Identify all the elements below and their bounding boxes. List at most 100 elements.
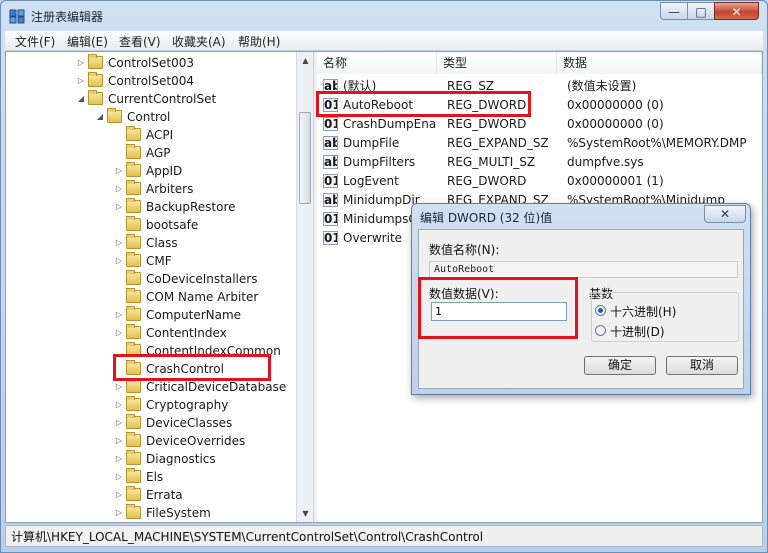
tree-item[interactable]: ▷ Arbiters: [6, 180, 296, 198]
tree-item[interactable]: ▷ Cryptography: [6, 396, 296, 414]
tree-item[interactable]: ▷ Class: [6, 234, 296, 252]
tree-item[interactable]: ▷ ComputerName: [6, 306, 296, 324]
tree-item-label: Diagnostics: [146, 452, 216, 466]
expand-arrow-icon[interactable]: ▷: [114, 306, 124, 324]
expand-arrow-icon[interactable]: ▷: [114, 198, 124, 216]
value-type: REG_DWORD: [447, 174, 527, 188]
string-value-icon: ab: [323, 79, 338, 93]
tree-item-label: ComputerName: [146, 308, 242, 322]
tree-item[interactable]: ◢ Control: [6, 108, 296, 126]
expand-arrow-icon: [114, 288, 124, 306]
key-tree[interactable]: ▷ ControlSet003 ▷ ControlSet004 ◢ CurrentCont…: [6, 52, 296, 522]
cancel-button[interactable]: 取消: [666, 356, 738, 375]
column-data[interactable]: 数据: [557, 52, 762, 74]
column-name[interactable]: 名称: [317, 52, 437, 74]
value-name-label: 数值名称(N):: [429, 243, 500, 257]
hex-label[interactable]: 十六进制(H): [610, 303, 676, 320]
tree-item[interactable]: ▷ BackupRestore: [6, 198, 296, 216]
expand-arrow-icon[interactable]: ▷: [114, 450, 124, 468]
tree-item[interactable]: ▷ ControlSet003: [6, 54, 296, 72]
expand-arrow-icon: [114, 342, 124, 360]
value-row[interactable]: ab DumpFilters REG_MULTI_SZ dumpfve.sys: [317, 153, 762, 172]
tree-scrollbar[interactable]: ▲ ▼: [296, 52, 314, 522]
expand-arrow-icon[interactable]: ▷: [114, 252, 124, 270]
tree-item-label: DeviceOverrides: [146, 434, 246, 448]
expand-arrow-icon[interactable]: ▷: [76, 72, 86, 90]
string-value-icon: ab: [323, 193, 338, 207]
value-name: LogEvent: [343, 174, 399, 188]
column-type[interactable]: 类型: [437, 52, 557, 74]
folder-icon: [126, 342, 141, 357]
expand-arrow-icon[interactable]: ▷: [114, 180, 124, 198]
folder-icon: [126, 378, 141, 393]
decimal-label[interactable]: 十进制(D): [610, 323, 665, 340]
collapse-arrow-icon[interactable]: ◢: [76, 90, 86, 108]
tree-item[interactable]: ▷ Diagnostics: [6, 450, 296, 468]
tree-item[interactable]: CrashControl: [6, 360, 296, 378]
expand-arrow-icon[interactable]: ▷: [114, 396, 124, 414]
expand-arrow-icon[interactable]: ▷: [114, 486, 124, 504]
tree-item[interactable]: ▷ CMF: [6, 252, 296, 270]
value-row[interactable]: 011 CrashDumpEna... REG_DWORD 0x00000000 (0…: [317, 115, 762, 134]
value-name: CrashDumpEna...: [343, 117, 435, 131]
tree-item[interactable]: ▷ Els: [6, 468, 296, 486]
menu-help[interactable]: 帮助(H): [238, 33, 280, 50]
dialog-close-button[interactable]: ✕: [704, 205, 746, 223]
tree-item[interactable]: ▷ CriticalDeviceDatabase: [6, 378, 296, 396]
tree-item-label: Cryptography: [146, 398, 229, 412]
tree-item[interactable]: ▷ DeviceClasses: [6, 414, 296, 432]
expand-arrow-icon[interactable]: ▷: [114, 414, 124, 432]
tree-item[interactable]: CoDeviceInstallers: [6, 270, 296, 288]
tree-item[interactable]: ▷ ContentIndex: [6, 324, 296, 342]
tree-item-label: CMF: [146, 254, 172, 268]
tree-item[interactable]: COM Name Arbiter: [6, 288, 296, 306]
binary-value-icon: 011: [323, 117, 338, 131]
expand-arrow-icon[interactable]: ▷: [114, 378, 124, 396]
tree-item[interactable]: bootsafe: [6, 216, 296, 234]
tree-item-label: Errata: [146, 488, 183, 502]
expand-arrow-icon[interactable]: ▷: [76, 54, 86, 72]
folder-icon: [126, 162, 141, 177]
tree-item[interactable]: AGP: [6, 144, 296, 162]
ok-button[interactable]: 确定: [584, 356, 656, 375]
expand-arrow-icon[interactable]: ▷: [114, 234, 124, 252]
value-row[interactable]: 011 LogEvent REG_DWORD 0x00000001 (1): [317, 172, 762, 191]
folder-icon: [126, 468, 141, 483]
title-bar[interactable]: 注册表编辑器 — □ ✕: [1, 1, 767, 31]
scroll-up-arrow-icon[interactable]: ▲: [297, 52, 314, 69]
tree-item[interactable]: ◢ CurrentControlSet: [6, 90, 296, 108]
menu-favorites[interactable]: 收藏夹(A): [172, 33, 226, 50]
expand-arrow-icon[interactable]: ▷: [114, 324, 124, 342]
value-row[interactable]: ab (默认) REG_SZ (数值未设置): [317, 77, 762, 96]
close-button[interactable]: ✕: [714, 2, 759, 20]
folder-icon: [126, 432, 141, 447]
expand-arrow-icon: [114, 360, 124, 378]
maximize-button[interactable]: □: [687, 2, 715, 20]
tree-item[interactable]: ▷ Errata: [6, 486, 296, 504]
menu-view[interactable]: 查看(V): [119, 33, 161, 50]
collapse-arrow-icon[interactable]: ◢: [95, 108, 105, 126]
menu-file[interactable]: 文件(F): [15, 33, 55, 50]
tree-item-label: COM Name Arbiter: [146, 290, 259, 304]
expand-arrow-icon[interactable]: ▷: [114, 468, 124, 486]
decimal-radio[interactable]: [595, 325, 606, 336]
tree-item[interactable]: ▷ AppID: [6, 162, 296, 180]
tree-item[interactable]: ContentIndexCommon: [6, 342, 296, 360]
value-row[interactable]: ab DumpFile REG_EXPAND_SZ %SystemRoot%\MEMO…: [317, 134, 762, 153]
tree-item[interactable]: ▷ FileSystem: [6, 504, 296, 522]
scroll-thumb[interactable]: [299, 112, 311, 204]
minimize-button[interactable]: —: [660, 2, 688, 20]
hex-radio[interactable]: [595, 305, 606, 316]
binary-value-icon: 011: [323, 98, 338, 112]
tree-item[interactable]: ACPI: [6, 126, 296, 144]
tree-item[interactable]: ▷ ControlSet004: [6, 72, 296, 90]
expand-arrow-icon[interactable]: ▷: [114, 432, 124, 450]
scroll-down-arrow-icon[interactable]: ▼: [297, 505, 314, 522]
expand-arrow-icon[interactable]: ▷: [114, 504, 124, 522]
folder-icon: [126, 486, 141, 501]
value-data-input[interactable]: 1: [431, 302, 567, 321]
value-row[interactable]: 011 AutoReboot REG_DWORD 0x00000000 (0): [317, 96, 762, 115]
expand-arrow-icon[interactable]: ▷: [114, 162, 124, 180]
tree-item[interactable]: ▷ DeviceOverrides: [6, 432, 296, 450]
menu-edit[interactable]: 编辑(E): [67, 33, 108, 50]
